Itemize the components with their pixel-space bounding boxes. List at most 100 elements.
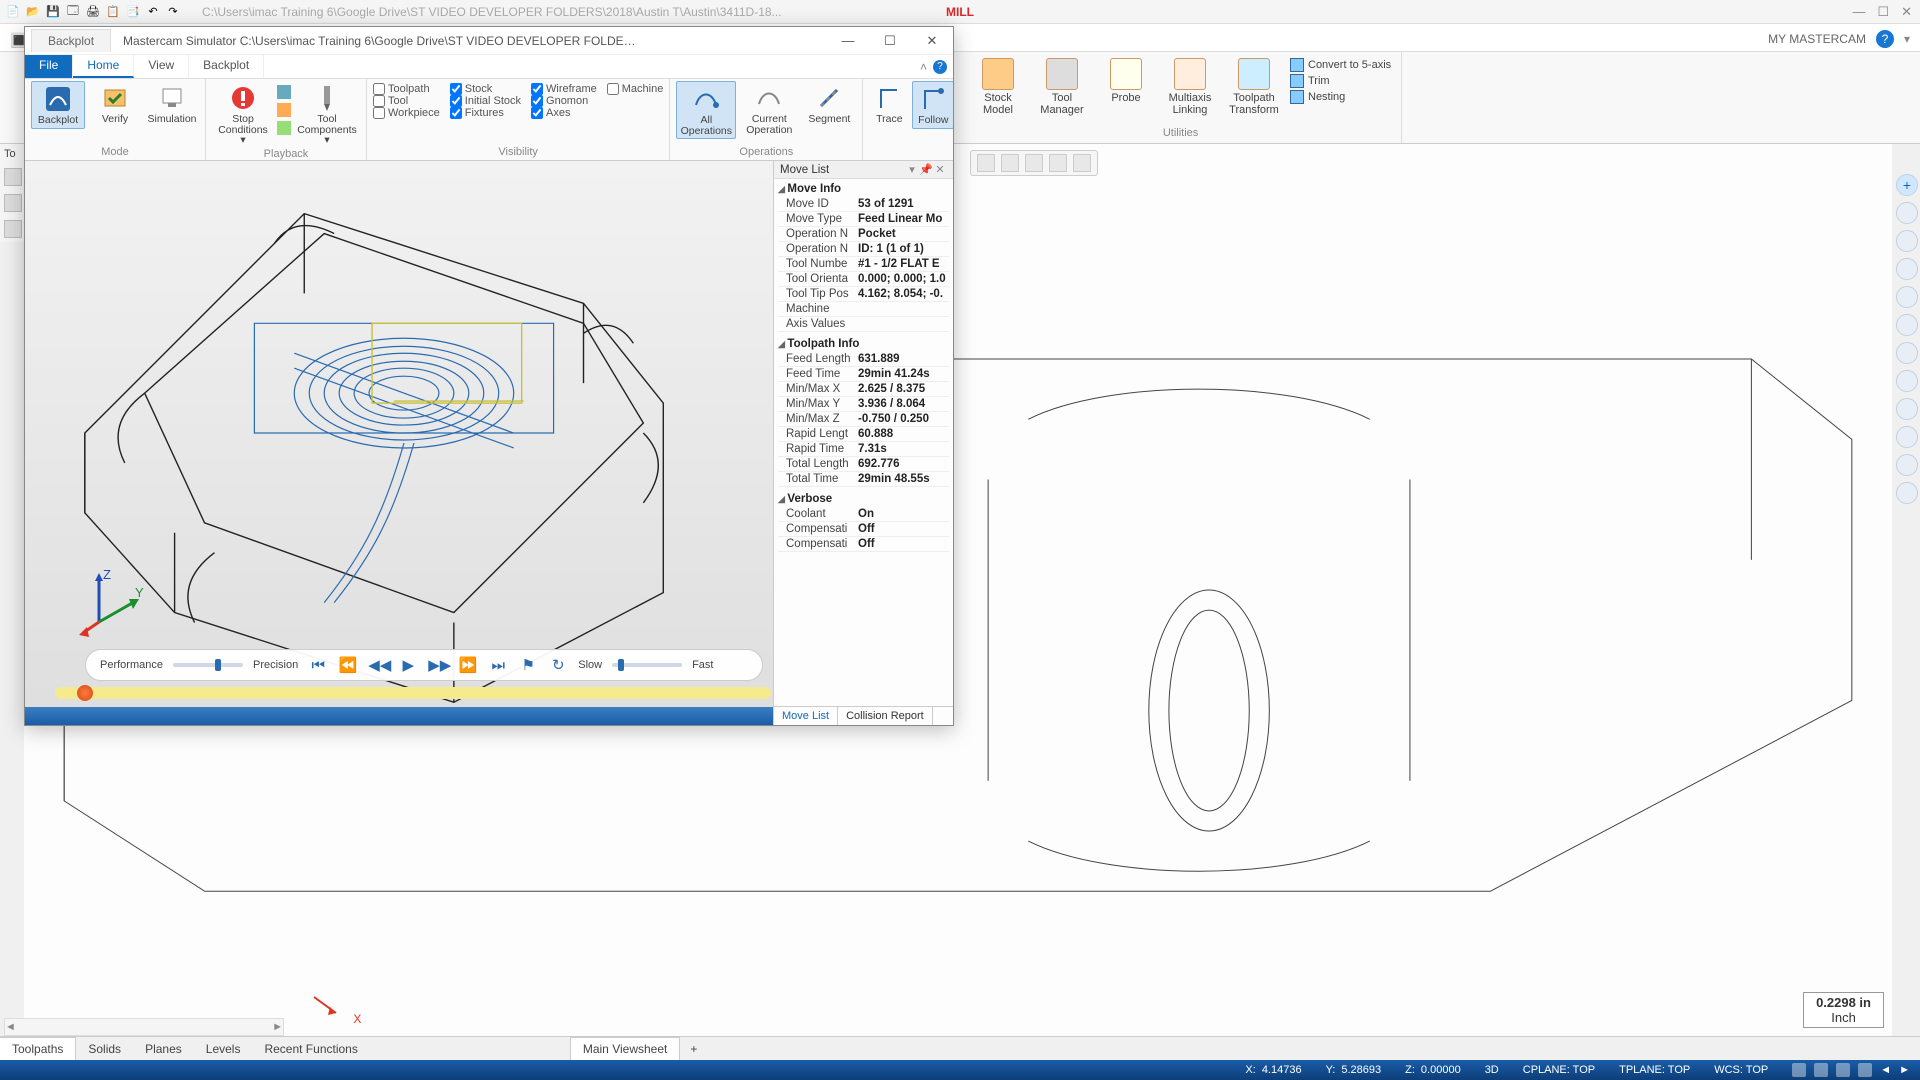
probe-button[interactable]: Probe bbox=[1098, 58, 1154, 104]
toolpath-transform-button[interactable]: Toolpath Transform bbox=[1226, 58, 1282, 116]
speed-slider[interactable] bbox=[612, 663, 682, 667]
gizmo-zoom-in-icon[interactable]: + bbox=[1896, 174, 1918, 196]
visibility-cb-axes[interactable] bbox=[531, 107, 543, 119]
tab-levels[interactable]: Levels bbox=[194, 1038, 253, 1060]
visibility-axes[interactable]: Axes bbox=[531, 107, 597, 119]
tab-planes[interactable]: Planes bbox=[133, 1038, 194, 1060]
sim-help-icon[interactable]: ? bbox=[933, 60, 947, 74]
status-nav-right-icon[interactable]: ► bbox=[1899, 1064, 1910, 1076]
gizmo-btn-10[interactable] bbox=[1896, 426, 1918, 448]
sim-tab-home[interactable]: Home bbox=[73, 55, 134, 78]
vtb-btn-1[interactable] bbox=[4, 168, 22, 186]
visibility-cb-wireframe[interactable] bbox=[531, 83, 543, 95]
float-btn-2[interactable] bbox=[1001, 154, 1019, 172]
status-mode[interactable]: 3D bbox=[1485, 1064, 1499, 1076]
verify-mode-button[interactable]: Verify bbox=[88, 81, 142, 127]
tool-manager-button[interactable]: Tool Manager bbox=[1034, 58, 1090, 116]
tab-toolpaths[interactable]: Toolpaths bbox=[0, 1037, 76, 1060]
gizmo-btn-2[interactable] bbox=[1896, 202, 1918, 224]
sim-maximize-button[interactable]: ☐ bbox=[869, 28, 911, 54]
panel-section-toolpath-info[interactable]: Toolpath Info bbox=[778, 336, 949, 352]
panel-section-move-info[interactable]: Move Info bbox=[778, 181, 949, 197]
playback-small-1[interactable] bbox=[277, 85, 291, 99]
visibility-cb-tool[interactable] bbox=[373, 95, 385, 107]
sim-close-button[interactable]: ✕ bbox=[911, 28, 953, 54]
status-nav-left-icon[interactable]: ◄ bbox=[1880, 1064, 1891, 1076]
visibility-workpiece[interactable]: Workpiece bbox=[373, 107, 440, 119]
maximize-icon[interactable]: ☐ bbox=[1877, 4, 1889, 20]
visibility-cb-initial-stock[interactable] bbox=[450, 95, 462, 107]
tab-solids[interactable]: Solids bbox=[76, 1038, 133, 1060]
visibility-tool[interactable]: Tool bbox=[373, 95, 440, 107]
quality-slider[interactable] bbox=[173, 663, 243, 667]
gizmo-btn-12[interactable] bbox=[1896, 482, 1918, 504]
qat-new-icon[interactable]: 📄 bbox=[4, 3, 22, 21]
step-back-icon[interactable]: ◀◀ bbox=[368, 656, 388, 674]
gizmo-btn-9[interactable] bbox=[1896, 398, 1918, 420]
gizmo-btn-5[interactable] bbox=[1896, 286, 1918, 308]
visibility-toolpath[interactable]: Toolpath bbox=[373, 83, 440, 95]
minimize-icon[interactable]: — bbox=[1852, 4, 1865, 20]
panel-close-icon[interactable]: ✕ bbox=[933, 163, 947, 176]
qat-save-icon[interactable]: 💾 bbox=[44, 3, 62, 21]
sim-tab-view[interactable]: View bbox=[134, 55, 189, 78]
visibility-cb-workpiece[interactable] bbox=[373, 107, 385, 119]
playback-small-2[interactable] bbox=[277, 103, 291, 117]
step-back-op-icon[interactable]: ⏪ bbox=[338, 656, 358, 674]
follow-button[interactable]: Follow bbox=[912, 81, 953, 129]
timeline-slider[interactable] bbox=[55, 687, 771, 699]
go-end-icon[interactable]: ⏭ bbox=[488, 657, 508, 674]
visibility-fixtures[interactable]: Fixtures bbox=[450, 107, 521, 119]
float-btn-4[interactable] bbox=[1049, 154, 1067, 172]
sim-ribbon-collapse-icon[interactable]: ˄ bbox=[920, 60, 927, 74]
panel-dropdown-icon[interactable]: ▾ bbox=[905, 163, 919, 176]
sim-viewport[interactable]: Z Y Performance Precision ⏮ ⏪ ◀◀ ▶ ▶▶ ⏩ … bbox=[25, 161, 773, 725]
visibility-machine[interactable]: Machine bbox=[607, 83, 664, 95]
panel-tab-collision[interactable]: Collision Report bbox=[838, 707, 933, 725]
gizmo-btn-11[interactable] bbox=[1896, 454, 1918, 476]
simulation-mode-button[interactable]: Simulation bbox=[145, 81, 199, 127]
panel-pin-icon[interactable]: 📌 bbox=[919, 163, 933, 176]
help-icon[interactable]: ? bbox=[1876, 30, 1894, 48]
tool-components-button[interactable]: Tool Components ▾ bbox=[294, 81, 360, 148]
sim-tab-file[interactable]: File bbox=[25, 55, 73, 78]
gizmo-btn-4[interactable] bbox=[1896, 258, 1918, 280]
tab-main-viewsheet[interactable]: Main Viewsheet bbox=[570, 1037, 681, 1060]
sim-tab-backplot[interactable]: Backplot bbox=[189, 55, 264, 78]
timeline-thumb[interactable] bbox=[77, 685, 93, 701]
step-fwd-icon[interactable]: ▶▶ bbox=[428, 656, 448, 674]
multiaxis-linking-button[interactable]: Multiaxis Linking bbox=[1162, 58, 1218, 116]
panel-section-verbose[interactable]: Verbose bbox=[778, 491, 949, 507]
visibility-initial-stock[interactable]: Initial Stock bbox=[450, 95, 521, 107]
qat-open-icon[interactable]: 📂 bbox=[24, 3, 42, 21]
all-operations-button[interactable]: All Operations bbox=[676, 81, 736, 139]
close-icon[interactable]: ✕ bbox=[1901, 4, 1912, 20]
trace-button[interactable]: Trace bbox=[869, 81, 909, 127]
gizmo-btn-3[interactable] bbox=[1896, 230, 1918, 252]
my-mastercam-link[interactable]: MY MASTERCAM bbox=[1768, 32, 1866, 46]
visibility-cb-machine[interactable] bbox=[607, 83, 619, 95]
segment-button[interactable]: Segment bbox=[802, 81, 856, 127]
qat-print-icon[interactable]: 🖨 bbox=[84, 3, 102, 21]
playback-small-3[interactable] bbox=[277, 121, 291, 135]
visibility-cb-gnomon[interactable] bbox=[531, 95, 543, 107]
vtb-btn-3[interactable] bbox=[4, 220, 22, 238]
gizmo-btn-6[interactable] bbox=[1896, 314, 1918, 336]
status-cplane[interactable]: CPLANE: TOP bbox=[1523, 1064, 1595, 1076]
visibility-wireframe[interactable]: Wireframe bbox=[531, 83, 597, 95]
go-start-icon[interactable]: ⏮ bbox=[308, 657, 328, 674]
panel-tab-movelist[interactable]: Move List bbox=[774, 707, 838, 725]
bookmark-icon[interactable]: ⚑ bbox=[518, 656, 538, 674]
stop-conditions-button[interactable]: Stop Conditions ▾ bbox=[212, 81, 274, 148]
ribbon-collapse-icon[interactable]: ▾ bbox=[1904, 32, 1910, 46]
visibility-cb-toolpath[interactable] bbox=[373, 83, 385, 95]
qat-undo-icon[interactable]: ↶ bbox=[144, 3, 162, 21]
qat-redo-icon[interactable]: ↷ bbox=[164, 3, 182, 21]
gizmo-btn-8[interactable] bbox=[1896, 370, 1918, 392]
panel-body[interactable]: Move InfoMove ID53 of 1291Move TypeFeed … bbox=[774, 179, 953, 706]
float-btn-1[interactable] bbox=[977, 154, 995, 172]
visibility-cb-stock[interactable] bbox=[450, 83, 462, 95]
status-wcs[interactable]: WCS: TOP bbox=[1714, 1064, 1768, 1076]
scroll-left-icon[interactable]: ◄ bbox=[5, 1021, 16, 1033]
status-icon-2[interactable] bbox=[1814, 1063, 1828, 1077]
